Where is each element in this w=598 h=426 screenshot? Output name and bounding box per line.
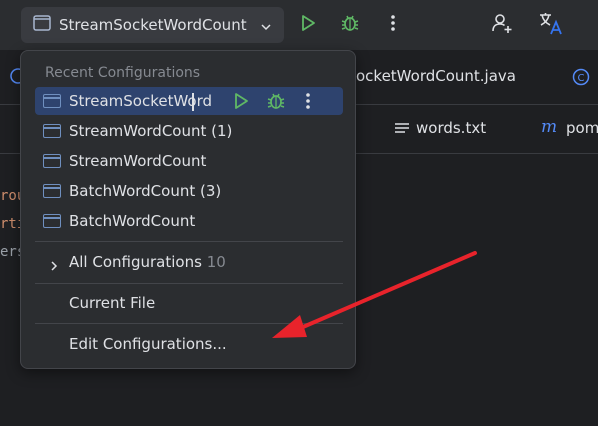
annotation-arrow — [272, 251, 477, 338]
